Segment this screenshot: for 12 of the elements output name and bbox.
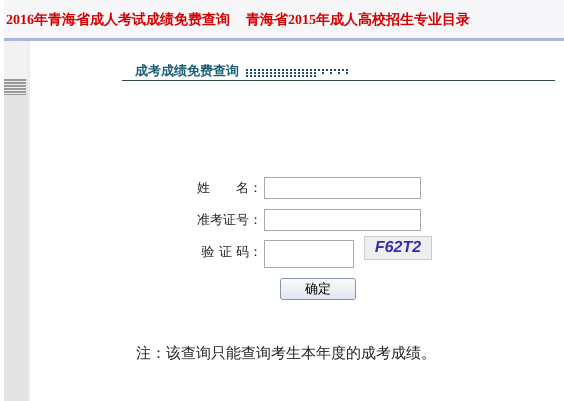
top-link[interactable]: 青海省2015年成人高校招生专业目录 <box>246 11 470 29</box>
captcha-field[interactable] <box>264 240 354 268</box>
input-field[interactable] <box>264 208 421 230</box>
submit-button[interactable]: 确定 <box>280 278 356 300</box>
field-label: 姓 名： <box>196 180 262 196</box>
field-label: 验 证 码： <box>200 244 262 260</box>
top-link[interactable]: 2016年青海省成人考试成绩免费查询 <box>6 11 230 29</box>
section-heading: 成考成绩免费查询 <box>135 63 239 80</box>
note-text: 注：该查询只能查询考生本年度的成考成绩。 <box>136 344 437 363</box>
input-field[interactable] <box>264 176 421 198</box>
field-label: 准考证号： <box>196 212 262 228</box>
captcha-image: F62T2 <box>364 236 432 260</box>
